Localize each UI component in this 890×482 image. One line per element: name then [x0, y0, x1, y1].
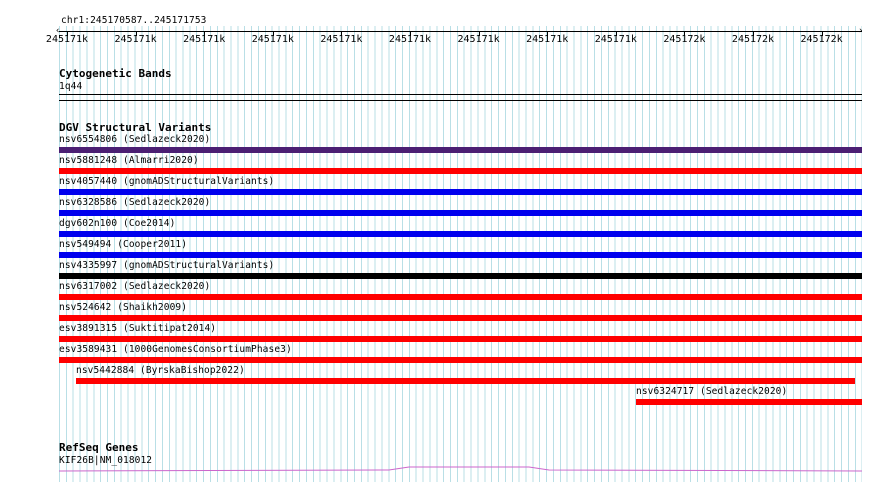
ruler-tick-label: 245171k [45, 34, 89, 45]
track-divider [59, 100, 862, 101]
cyto-band-bar[interactable] [59, 94, 862, 95]
dgv-feature-bar[interactable] [59, 189, 862, 195]
ruler-tick-label: 245171k [251, 34, 294, 45]
dgv-feature-bar[interactable] [59, 147, 862, 153]
ruler-tick-label: 245171k [457, 34, 500, 45]
coordinate-label: chr1:245170587..245171753 [61, 15, 207, 26]
dgv-feature-label[interactable]: nsv6324717 (Sedlazeck2020) [636, 386, 787, 397]
dgv-feature-label[interactable]: esv3589431 (1000GenomesConsortiumPhase3) [59, 344, 292, 355]
dgv-feature-label[interactable]: nsv4335997 (gnomADStructuralVariants) [59, 260, 274, 271]
dgv-feature-bar[interactable] [59, 357, 862, 363]
refseq-track-title[interactable]: RefSeq Genes [59, 441, 138, 454]
ruler-axis [59, 31, 862, 32]
dgv-feature-bar[interactable] [59, 231, 862, 237]
ruler-tick-label: 245171k [526, 34, 569, 45]
dgv-feature-label[interactable]: esv3891315 (Suktitipat2014) [59, 323, 216, 334]
dgv-feature-label[interactable]: nsv549494 (Cooper2011) [59, 239, 187, 250]
dgv-feature-bar[interactable] [59, 210, 862, 216]
dgv-feature-bar[interactable] [59, 336, 862, 342]
ruler-tick-label: 245171k [388, 34, 432, 45]
ruler-tick-label: 245171k [320, 34, 363, 45]
dgv-feature-label[interactable]: nsv6554806 (Sedlazeck2020) [59, 134, 210, 145]
ruler-tick-label: 245171k [114, 34, 157, 45]
scroll-left-icon[interactable]: ‹ [55, 27, 60, 36]
dgv-track-title[interactable]: DGV Structural Variants [59, 121, 211, 134]
ruler-tick-label: 245172k [800, 34, 843, 45]
ruler-tick-label: 245171k [183, 34, 226, 45]
dgv-feature-bar[interactable] [59, 294, 862, 300]
cyto-band-label: 1q44 [59, 81, 83, 92]
ruler-tick-label: 245171k [594, 34, 637, 45]
dgv-feature-label[interactable]: nsv5881248 (Almarri2020) [59, 155, 199, 166]
ruler-tick-label: 245172k [731, 34, 775, 45]
refseq-gene-model[interactable] [59, 463, 862, 473]
dgv-feature-label[interactable]: dgv602n100 (Coe2014) [59, 218, 175, 229]
dgv-feature-label[interactable]: nsv6328586 (Sedlazeck2020) [59, 197, 210, 208]
ruler-tick-label: 245172k [663, 34, 706, 45]
scroll-right-icon[interactable]: › [858, 27, 863, 36]
dgv-feature-bar[interactable] [59, 168, 862, 174]
dgv-feature-bar[interactable] [59, 273, 862, 279]
dgv-feature-bar[interactable] [636, 399, 862, 405]
dgv-feature-label[interactable]: nsv4057440 (gnomADStructuralVariants) [59, 176, 274, 187]
cyto-track-title[interactable]: Cytogenetic Bands [59, 67, 172, 80]
dgv-feature-bar[interactable] [59, 252, 862, 258]
dgv-feature-bar[interactable] [59, 315, 862, 321]
dgv-feature-label[interactable]: nsv6317002 (Sedlazeck2020) [59, 281, 210, 292]
dgv-feature-bar[interactable] [76, 378, 855, 384]
dgv-feature-label[interactable]: nsv5442884 (ByrskaBishop2022) [76, 365, 245, 376]
dgv-feature-label[interactable]: nsv524642 (Shaikh2009) [59, 302, 187, 313]
